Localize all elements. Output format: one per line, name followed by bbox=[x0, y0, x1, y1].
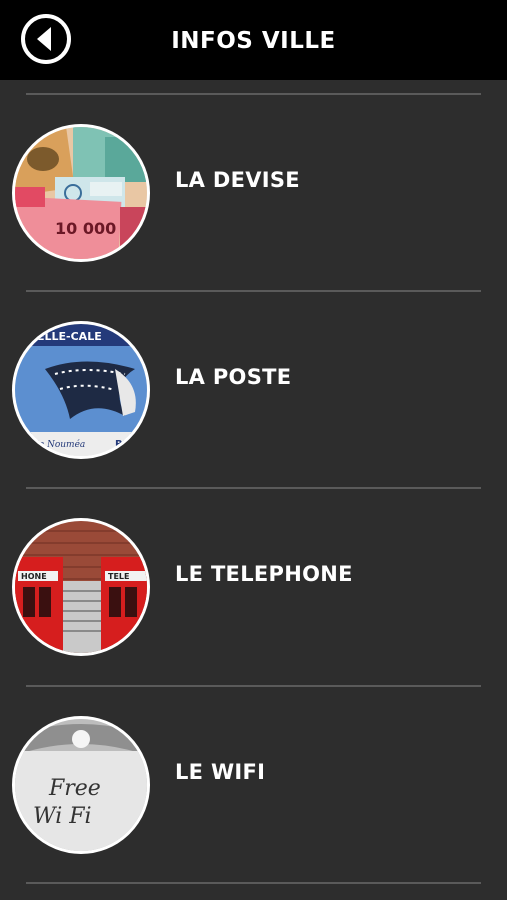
list-item-label: LE WIFI bbox=[175, 760, 266, 784]
stamp-city: de Nouméa bbox=[33, 439, 85, 450]
wifi-sign-line1: Free bbox=[48, 776, 101, 801]
divider bbox=[26, 882, 481, 884]
stamp-corner-text: RE bbox=[115, 439, 130, 450]
phone-booth-sign-left: HONE bbox=[21, 572, 47, 581]
list-item-le-wifi[interactable]: Free Wi Fi LE WIFI bbox=[0, 688, 507, 883]
list-item-label: LE TELEPHONE bbox=[175, 562, 353, 586]
postage-stamp-image: ELLE-CALE de Nouméa RE bbox=[12, 321, 150, 459]
banknote-value: 10 000 bbox=[55, 219, 116, 238]
list-item-la-devise[interactable]: 10 000 LA DEVISE bbox=[0, 96, 507, 291]
top-bar: INFOS VILLE bbox=[0, 0, 507, 80]
wifi-sign-line2: Wi Fi bbox=[33, 804, 92, 829]
list-item-la-poste[interactable]: ELLE-CALE de Nouméa RE LA POSTE bbox=[0, 293, 507, 488]
page-title: INFOS VILLE bbox=[171, 28, 336, 54]
currency-banknotes-image: 10 000 bbox=[12, 124, 150, 262]
list-item-le-telephone[interactable]: HONE TELE LE TELEPHONE bbox=[0, 490, 507, 685]
app-screen: INFOS VILLE 10 000 LA DEVISE ELLE-CALE d… bbox=[0, 0, 507, 900]
list-item-label: LA POSTE bbox=[175, 365, 292, 389]
back-arrow-icon bbox=[21, 14, 71, 64]
divider bbox=[26, 93, 481, 95]
divider bbox=[26, 487, 481, 489]
divider bbox=[26, 685, 481, 687]
stamp-title: ELLE-CALE bbox=[37, 330, 102, 343]
free-wifi-sign-image: Free Wi Fi bbox=[12, 716, 150, 854]
divider bbox=[26, 290, 481, 292]
back-button[interactable] bbox=[20, 13, 72, 65]
list-item-label: LA DEVISE bbox=[175, 168, 300, 192]
phone-booth-sign-right: TELE bbox=[108, 572, 129, 581]
red-phone-booths-image: HONE TELE bbox=[12, 518, 150, 656]
